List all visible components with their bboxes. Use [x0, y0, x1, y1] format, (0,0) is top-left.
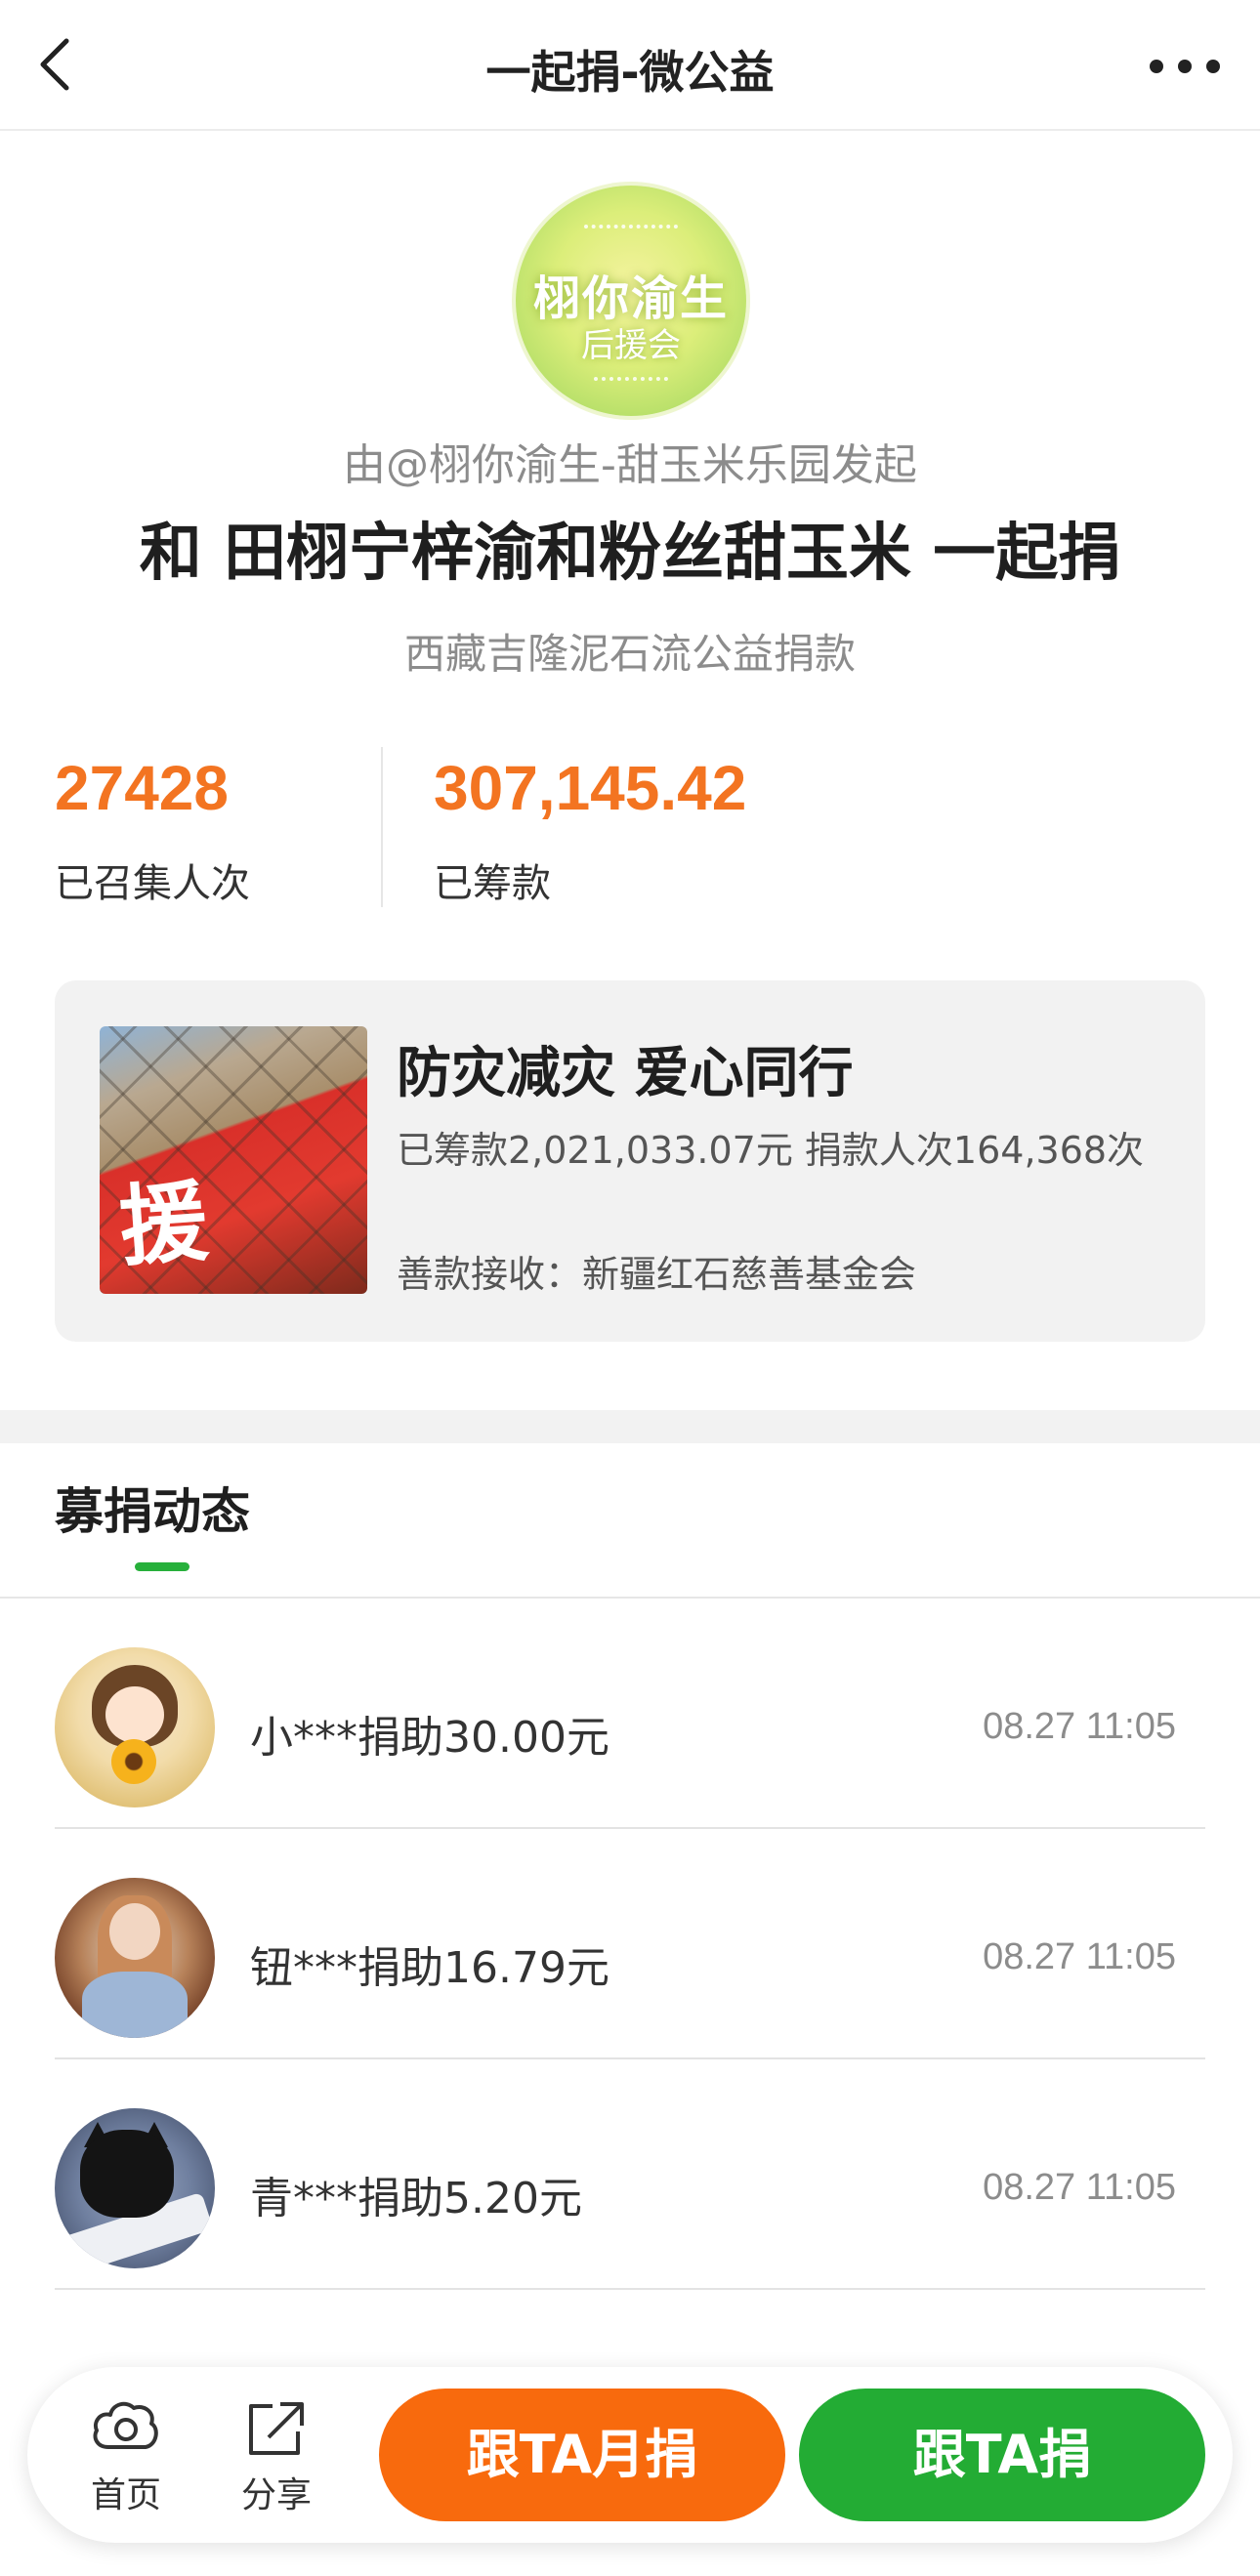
- campaign-logo: 栩你渝生 后援会: [516, 186, 746, 416]
- banner-text: 援: [116, 1171, 208, 1279]
- donation-time: 08.27 11:05: [983, 1936, 1176, 1977]
- bottom-action-bar: 首页 分享 跟TA月捐 跟TA捐: [27, 2367, 1233, 2543]
- project-card[interactable]: 援 防灾减灾 爱心同行 已筹款2,021,033.07元 捐款人次164,368…: [55, 980, 1205, 1342]
- share-button[interactable]: 分享: [223, 2396, 330, 2517]
- donate-button[interactable]: 跟TA捐: [799, 2389, 1205, 2521]
- project-receiver: 善款接收：新疆红石慈善基金会: [397, 1253, 917, 1296]
- initiator-link[interactable]: 由@栩你渝生-甜玉米乐园发起: [0, 430, 1260, 492]
- list-item: 钮***捐助16.79元 08.27 11:05: [0, 1829, 1260, 2059]
- donation-time: 08.27 11:05: [983, 1706, 1176, 1747]
- campaign-headline: 和 田栩宁梓渝和粉丝甜玉米 一起捐: [139, 518, 1121, 590]
- stat-label: 已筹款: [434, 861, 551, 906]
- home-label: 首页: [90, 2475, 161, 2515]
- avatar-cat: [80, 2130, 174, 2218]
- more-horizontal-icon[interactable]: [1141, 49, 1229, 84]
- logo-decoration: [584, 225, 678, 229]
- donation-text: 青***捐助5.20元: [250, 2174, 582, 2223]
- stat-raised: 307,145.42 已筹款: [434, 752, 746, 908]
- nav-bar: 一起捐-微公益: [0, 0, 1260, 131]
- avatar-face: [105, 1686, 164, 1743]
- avatar[interactable]: [55, 2108, 215, 2268]
- logo-decoration: [594, 377, 668, 381]
- avatar-body: [82, 1972, 188, 2038]
- avatar[interactable]: [55, 1878, 215, 2038]
- project-image: 援: [100, 1026, 367, 1294]
- avatar-flower: [111, 1739, 156, 1784]
- donation-text: 钮***捐助16.79元: [250, 1943, 609, 1993]
- project-title: 防灾减灾 爱心同行: [397, 1042, 854, 1105]
- donation-text: 小***捐助30.00元: [250, 1713, 609, 1763]
- stat-participants: 27428 已召集人次: [55, 752, 250, 908]
- tab-donation-activity[interactable]: 募捐动态: [55, 1473, 250, 1543]
- avatar[interactable]: [55, 1647, 215, 1807]
- divider: [381, 747, 383, 907]
- tab-active-indicator: [135, 1562, 189, 1571]
- donation-time: 08.27 11:05: [983, 2167, 1176, 2208]
- stat-value: 307,145.42: [434, 753, 747, 823]
- page-title: 一起捐-微公益: [485, 46, 775, 99]
- campaign-subheadline: 西藏吉隆泥石流公益捐款: [403, 630, 856, 678]
- donation-list: 小***捐助30.00元 08.27 11:05 钮***捐助16.79元 08…: [0, 1599, 1260, 2290]
- list-item: 青***捐助5.20元 08.27 11:05: [0, 2059, 1260, 2290]
- stat-value: 27428: [55, 753, 229, 823]
- share-label: 分享: [240, 2475, 312, 2515]
- monthly-donate-button[interactable]: 跟TA月捐: [379, 2389, 785, 2521]
- home-icon: [93, 2401, 158, 2449]
- project-stats: 已筹款2,021,033.07元 捐款人次164,368次: [397, 1129, 1145, 1172]
- share-icon: [249, 2402, 304, 2455]
- section-divider: [0, 1410, 1260, 1443]
- stat-label: 已召集人次: [55, 861, 250, 906]
- home-button[interactable]: 首页: [72, 2396, 180, 2517]
- avatar-face: [109, 1903, 160, 1960]
- list-item: 小***捐助30.00元 08.27 11:05: [0, 1599, 1260, 1829]
- logo-text-sub: 后援会: [581, 326, 681, 365]
